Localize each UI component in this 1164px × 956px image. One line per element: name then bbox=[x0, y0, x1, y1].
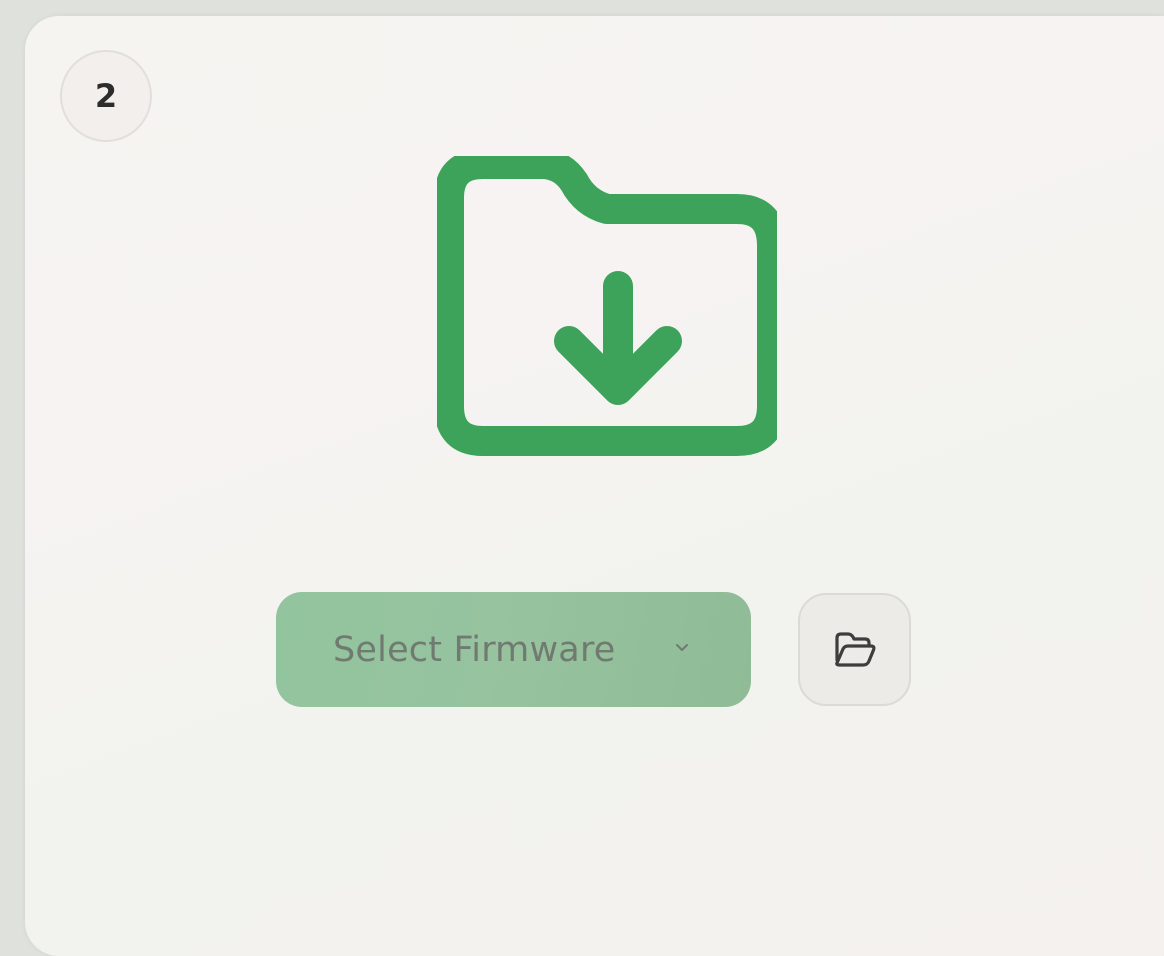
select-firmware-label: Select Firmware bbox=[333, 629, 616, 670]
select-firmware-dropdown[interactable]: Select Firmware bbox=[276, 592, 751, 707]
folder-download-icon bbox=[434, 149, 787, 456]
folder-open-icon bbox=[834, 631, 876, 667]
step-number: 2 bbox=[94, 77, 118, 115]
chevron-down-icon bbox=[676, 644, 688, 651]
browse-folder-button[interactable] bbox=[798, 593, 911, 706]
firmware-card: 2 Select Firmware bbox=[25, 16, 1164, 956]
step-number-badge: 2 bbox=[60, 50, 152, 142]
